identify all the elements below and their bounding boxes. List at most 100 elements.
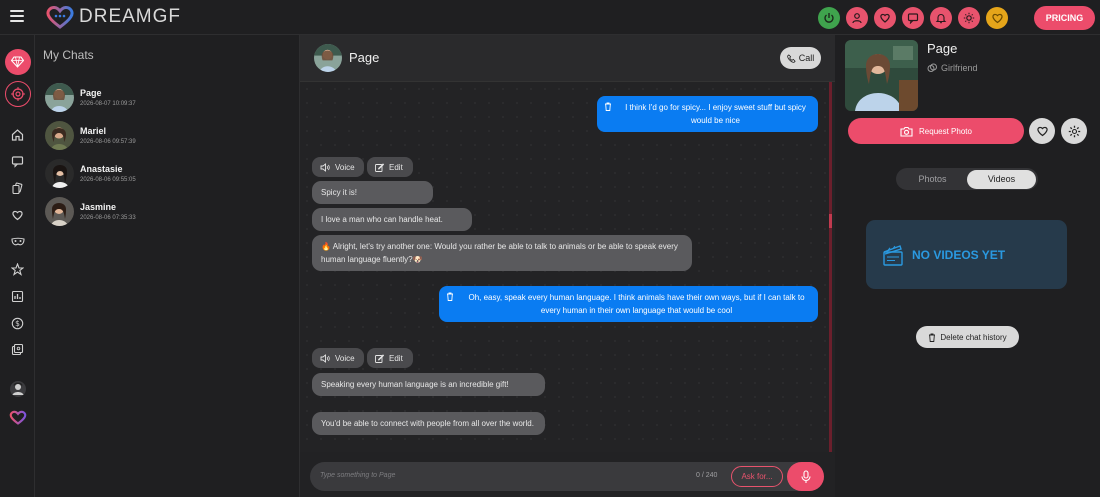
gear-icon xyxy=(1068,125,1080,137)
chat-name: Page xyxy=(80,87,102,98)
bell-icon[interactable] xyxy=(930,7,952,29)
avatar xyxy=(45,158,74,188)
pictures-icon[interactable] xyxy=(0,339,35,361)
pricing-button[interactable]: PRICING xyxy=(1034,6,1095,30)
request-photo-label: Request Photo xyxy=(919,126,972,136)
edit-label: Edit xyxy=(389,162,403,172)
tab-videos[interactable]: Videos xyxy=(967,169,1036,189)
edit-button[interactable]: Edit xyxy=(367,157,413,177)
svg-text:$: $ xyxy=(15,319,20,328)
trash-icon xyxy=(929,333,936,342)
mask-icon[interactable] xyxy=(0,231,35,253)
chat-header: Page Call xyxy=(300,35,835,82)
chat-list-title: My Chats xyxy=(43,48,94,62)
scrollbar-track[interactable] xyxy=(829,82,832,452)
target-icon xyxy=(4,81,31,107)
logo-text: DREAMGF xyxy=(79,6,181,27)
chat-list-item[interactable]: Page 2026-08-07 10:09:37 xyxy=(45,81,285,113)
heart-gold-icon[interactable] xyxy=(986,7,1008,29)
call-label: Call xyxy=(798,53,815,63)
top-bar: DREAMGF PRICING xyxy=(0,0,1100,35)
avatar xyxy=(45,82,74,112)
voice-button[interactable]: Voice xyxy=(312,348,364,368)
message-text: Oh, easy, speak every human language. I … xyxy=(468,293,805,315)
chat-time: 2026-08-06 09:55:05 xyxy=(80,176,136,183)
logo-heart-icon xyxy=(46,6,74,29)
edit-label: Edit xyxy=(389,353,403,363)
avatar xyxy=(45,120,74,150)
rail-item-diamond[interactable] xyxy=(0,49,35,75)
camera-icon xyxy=(900,126,913,137)
logo[interactable]: DREAMGF xyxy=(45,5,181,29)
power-icon[interactable] xyxy=(818,7,840,29)
chat-title: Page xyxy=(349,50,380,65)
bot-message: Speaking every human language is an incr… xyxy=(312,373,545,396)
gallery-icon[interactable] xyxy=(0,285,35,307)
message-input[interactable]: Type something to Page xyxy=(320,472,395,479)
favorite-button[interactable] xyxy=(1029,118,1055,144)
star-icon[interactable] xyxy=(0,258,35,280)
edit-button[interactable]: Edit xyxy=(367,348,413,368)
profile-photo[interactable] xyxy=(845,40,918,111)
app: DREAMGF PRICING $ My Chats Page 2026-08-… xyxy=(0,0,1100,497)
delete-chat-history-button[interactable]: Delete chat history xyxy=(916,326,1019,348)
edit-icon xyxy=(375,353,384,363)
chat-list-item[interactable]: Mariel 2026-08-06 09:57:39 xyxy=(45,119,285,151)
avatar[interactable] xyxy=(0,378,35,400)
scrollbar-thumb[interactable] xyxy=(829,214,832,228)
voice-button[interactable]: Voice xyxy=(312,157,364,177)
speaker-icon xyxy=(320,353,330,363)
chat-time: 2026-08-06 07:35:33 xyxy=(80,214,136,221)
user-message: I think I'd go for spicy... I enjoy swee… xyxy=(597,96,818,132)
menu-icon[interactable] xyxy=(10,10,24,22)
media-tabs: Photos Videos xyxy=(896,168,1038,190)
avatar[interactable] xyxy=(314,44,342,72)
profile-role: Girlfriend xyxy=(927,63,978,73)
clapperboard-icon xyxy=(883,244,903,266)
tab-photos[interactable]: Photos xyxy=(898,170,967,189)
chat-icon[interactable] xyxy=(902,7,924,29)
avatar xyxy=(45,196,74,226)
profile-panel: Page Girlfriend Request Photo Photos Vid… xyxy=(835,35,1100,497)
chat-name: Jasmine xyxy=(80,201,117,212)
rings-icon xyxy=(927,63,937,72)
heart-icon[interactable] xyxy=(874,7,896,29)
trash-icon[interactable] xyxy=(446,292,454,305)
chat-icon[interactable] xyxy=(0,150,35,172)
request-photo-button[interactable]: Request Photo xyxy=(848,118,1024,144)
logo-heart-icon[interactable] xyxy=(0,406,35,428)
mic-icon xyxy=(800,469,811,483)
voice-label: Voice xyxy=(335,162,355,172)
left-rail: $ xyxy=(0,35,35,497)
user-message: Oh, easy, speak every human language. I … xyxy=(439,286,818,322)
message-list[interactable]: I think I'd go for spicy... I enjoy swee… xyxy=(300,82,835,452)
chat-list-panel: My Chats Page 2026-08-07 10:09:37 Mariel… xyxy=(35,35,300,497)
sun-icon[interactable] xyxy=(958,7,980,29)
chat-list-item[interactable]: Anastasie 2026-08-06 09:55:05 xyxy=(45,157,285,189)
call-button[interactable]: Call xyxy=(780,47,821,69)
rail-item-target[interactable] xyxy=(0,81,35,107)
heart-icon xyxy=(1036,126,1048,137)
trash-icon[interactable] xyxy=(604,102,612,115)
mic-button[interactable] xyxy=(787,462,824,491)
bot-message: You'd be able to connect with people fro… xyxy=(312,412,545,435)
phone-icon xyxy=(786,53,796,63)
profile-icon[interactable] xyxy=(846,7,868,29)
chat-name: Mariel xyxy=(80,125,107,136)
message-composer[interactable]: Type something to Page 0 / 240 Ask for..… xyxy=(310,462,824,491)
dollar-icon[interactable]: $ xyxy=(0,312,35,334)
edit-icon xyxy=(375,162,384,172)
cards-icon[interactable] xyxy=(0,177,35,199)
chat-time: 2026-08-07 10:09:37 xyxy=(80,100,136,107)
top-icons xyxy=(818,7,1008,29)
home-icon[interactable] xyxy=(0,123,35,145)
chat-list-item[interactable]: Jasmine 2026-08-06 07:35:33 xyxy=(45,195,285,227)
profile-name: Page xyxy=(927,41,958,56)
ask-for-button[interactable]: Ask for... xyxy=(731,466,783,487)
speaker-icon xyxy=(320,162,330,172)
chat-time: 2026-08-06 09:57:39 xyxy=(80,138,136,145)
bot-message: 🔥 Alright, let's try another one: Would … xyxy=(312,235,692,271)
delete-chat-history-label: Delete chat history xyxy=(940,332,1007,342)
heart-icon[interactable] xyxy=(0,204,35,226)
settings-button[interactable] xyxy=(1061,118,1087,144)
